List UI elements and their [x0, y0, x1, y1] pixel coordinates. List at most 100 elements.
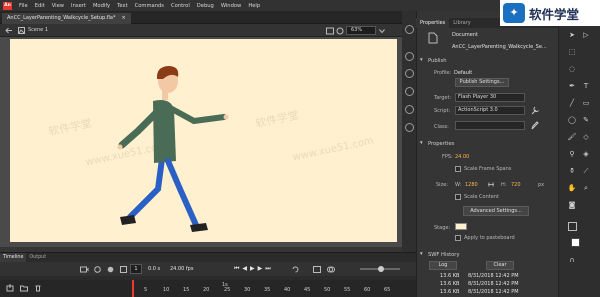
- loop-icon[interactable]: [292, 266, 299, 273]
- menu-insert[interactable]: Insert: [71, 3, 86, 9]
- bone-icon[interactable]: ⚲: [567, 149, 577, 159]
- advanced-settings-button[interactable]: Advanced Settings...: [463, 206, 529, 216]
- publish-section-chevron[interactable]: ▾: [420, 57, 423, 63]
- height-label: H:: [501, 182, 507, 188]
- color-icon[interactable]: [405, 87, 414, 96]
- selection-arrow-icon[interactable]: ➤: [567, 30, 577, 40]
- playback-controls[interactable]: ⏮◀▶▶⏭: [234, 265, 274, 273]
- delete-layer-icon[interactable]: [34, 284, 42, 292]
- pencil-icon[interactable]: ✎: [581, 115, 591, 125]
- parenting-icon[interactable]: [94, 266, 101, 273]
- line-icon[interactable]: ╱: [567, 98, 577, 108]
- log-button[interactable]: Log: [429, 261, 457, 270]
- watermark-banner: ✦ 软件学堂: [500, 0, 600, 26]
- tab-output[interactable]: Output: [26, 253, 49, 262]
- unit-label: px: [538, 182, 545, 188]
- class-label: Class:: [434, 124, 449, 130]
- transform-icon[interactable]: [405, 69, 414, 78]
- snap-icon[interactable]: [405, 25, 414, 34]
- align-icon[interactable]: [405, 52, 414, 61]
- document-tab[interactable]: AnCC_LayerParenting_Walkcycle_Setup.fla*…: [2, 13, 131, 24]
- free-transform-icon[interactable]: ⬚: [567, 47, 577, 57]
- fps-value[interactable]: 24.00: [455, 154, 469, 160]
- height-value[interactable]: 720: [511, 182, 521, 188]
- close-tab-icon[interactable]: ×: [122, 13, 126, 24]
- menu-edit[interactable]: Edit: [35, 3, 45, 9]
- scale-content-checkbox[interactable]: [455, 194, 461, 200]
- edit-multiple-frames-icon[interactable]: [120, 266, 127, 273]
- scene-name[interactable]: Scene 1: [28, 27, 48, 33]
- chevron-down-icon[interactable]: [379, 28, 385, 34]
- tab-timeline[interactable]: Timeline: [0, 253, 27, 262]
- history-size: 13.6 KB: [440, 289, 460, 295]
- link-icon[interactable]: [487, 181, 495, 188]
- class-field[interactable]: [455, 121, 525, 130]
- center-frame-icon[interactable]: [313, 266, 321, 273]
- elapsed-time: 0.0 s: [148, 266, 161, 272]
- menu-text[interactable]: Text: [117, 3, 128, 9]
- scale-frame-spans-checkbox[interactable]: [455, 166, 461, 172]
- walking-character[interactable]: [10, 39, 397, 242]
- tab-library[interactable]: Library: [449, 18, 474, 28]
- stage-color-swatch[interactable]: [455, 223, 467, 230]
- zoom-select[interactable]: 63%: [346, 26, 376, 35]
- properties-section-chevron[interactable]: ▾: [420, 140, 423, 146]
- script-select[interactable]: ActionScript 3.0: [455, 106, 525, 115]
- pencil-edit-icon[interactable]: [531, 121, 539, 130]
- swatches-icon[interactable]: [405, 105, 414, 114]
- subselection-icon[interactable]: ▷: [581, 30, 591, 40]
- pen-icon[interactable]: ✒: [567, 81, 577, 91]
- fill-color-swatch[interactable]: [571, 238, 580, 247]
- eraser-icon[interactable]: ◇: [581, 132, 591, 142]
- menu-modify[interactable]: Modify: [93, 3, 110, 9]
- camera-layer-icon[interactable]: [80, 266, 89, 273]
- size-label: Size:: [436, 182, 448, 188]
- menu-control[interactable]: Control: [171, 3, 190, 9]
- history-section-chevron[interactable]: ▾: [420, 251, 423, 257]
- snap-magnet-icon[interactable]: ∩: [567, 255, 577, 265]
- menu-file[interactable]: File: [19, 3, 28, 9]
- tab-properties[interactable]: Properties: [416, 18, 450, 28]
- script-label: Script:: [434, 108, 451, 114]
- publish-settings-button[interactable]: Publish Settings...: [455, 78, 509, 87]
- target-select[interactable]: Flash Player 30: [455, 93, 525, 102]
- camera-icon[interactable]: ◙: [567, 200, 577, 210]
- apply-to-pasteboard-checkbox[interactable]: [455, 235, 461, 241]
- menu-commands[interactable]: Commands: [135, 3, 164, 9]
- new-layer-icon[interactable]: [6, 284, 14, 292]
- eyedropper-icon[interactable]: ⟋: [581, 166, 591, 176]
- back-arrow-icon[interactable]: [5, 27, 13, 34]
- width-label: W:: [455, 182, 462, 188]
- hand-icon[interactable]: ✋: [567, 183, 577, 193]
- menu-help[interactable]: Help: [248, 3, 260, 9]
- zoom-icon[interactable]: ⌕: [581, 183, 591, 193]
- stage[interactable]: 软件学堂 软件学堂 www.xue51.com www.xue51.com: [10, 39, 397, 242]
- menu-window[interactable]: Window: [221, 3, 241, 9]
- text-icon[interactable]: T: [581, 81, 591, 91]
- wrench-icon[interactable]: [531, 106, 539, 115]
- edit-scene-icon[interactable]: [326, 27, 334, 35]
- stroke-color-swatch[interactable]: [568, 222, 577, 231]
- onion-skin-icon[interactable]: [107, 266, 114, 273]
- edit-symbols-icon[interactable]: [336, 27, 344, 35]
- ink-bottle-icon[interactable]: ⚱: [567, 166, 577, 176]
- lasso-icon[interactable]: ◌: [567, 64, 577, 74]
- clear-button[interactable]: Clear: [486, 261, 514, 270]
- animate-logo: An: [3, 1, 12, 10]
- rectangle-icon[interactable]: ▭: [581, 98, 591, 108]
- width-value[interactable]: 1280: [465, 182, 478, 188]
- publish-section-title: Publish: [428, 58, 447, 64]
- playhead[interactable]: [132, 280, 134, 297]
- oval-icon[interactable]: ◯: [567, 115, 577, 125]
- menu-debug[interactable]: Debug: [197, 3, 214, 9]
- paint-bucket-icon[interactable]: ◈: [581, 149, 591, 159]
- new-folder-icon[interactable]: [20, 284, 28, 292]
- current-frame[interactable]: 1: [130, 264, 142, 274]
- info-icon[interactable]: [405, 123, 414, 132]
- onion-skin-outlines-icon[interactable]: [327, 266, 335, 273]
- scene-icon: [18, 27, 25, 34]
- apply-to-pasteboard-label: Apply to pasteboard: [464, 235, 515, 241]
- menu-view[interactable]: View: [52, 3, 64, 9]
- frame-zoom-slider-handle[interactable]: [378, 266, 384, 272]
- brush-icon[interactable]: 🖌: [567, 132, 577, 142]
